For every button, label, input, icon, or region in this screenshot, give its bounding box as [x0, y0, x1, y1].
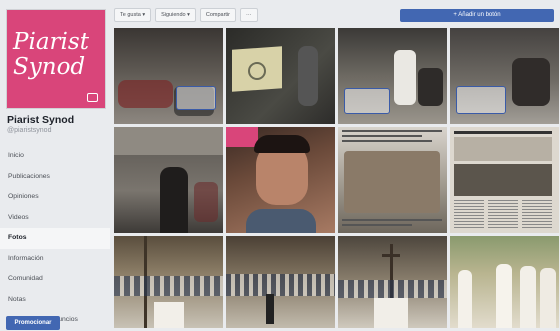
photo-chapel-3[interactable]: [338, 236, 447, 328]
photo-chapel-2[interactable]: [226, 236, 335, 328]
nav-item-comunidad[interactable]: Comunidad: [0, 269, 110, 290]
promote-button[interactable]: Promocionar: [6, 316, 60, 330]
photo-classroom-1[interactable]: [114, 28, 223, 124]
like-button[interactable]: Te gusta ▾: [114, 8, 152, 22]
photo-newspaper-group[interactable]: [338, 127, 447, 233]
page-title[interactable]: Piarist Synod: [7, 114, 74, 126]
more-button[interactable]: ···: [240, 8, 258, 22]
photo-classroom-2[interactable]: [338, 28, 447, 124]
page-profile-picture[interactable]: Piarist Synod: [6, 9, 106, 109]
nav-item-videos[interactable]: Videos: [0, 208, 110, 229]
photo-projector[interactable]: [226, 28, 335, 124]
nav-item-informacion[interactable]: Información: [0, 249, 110, 270]
nav-item-publicaciones[interactable]: Publicaciones: [0, 167, 110, 188]
page-sidebar: Piarist Synod Piarist Synod @piaristsyno…: [0, 0, 110, 330]
logo-line-1: Piarist: [13, 29, 89, 55]
nav-item-inicio[interactable]: Inicio: [0, 146, 110, 167]
photo-newspaper-article[interactable]: [450, 127, 559, 233]
page-handle: @piaristsynod: [7, 127, 52, 134]
photo-classroom-3[interactable]: [450, 28, 559, 124]
logo-wordmark: Piarist Synod: [13, 30, 89, 80]
nav-item-opiniones[interactable]: Opiniones: [0, 187, 110, 208]
nav-item-notas[interactable]: Notas: [0, 290, 110, 311]
photo-chapel-1[interactable]: [114, 236, 223, 328]
page-action-bar: Te gusta ▾ Siguiendo ▾ Compartir ···: [114, 8, 258, 22]
share-button[interactable]: Compartir: [199, 8, 237, 22]
follow-button[interactable]: Siguiendo ▾: [155, 8, 196, 22]
photo-young-man-portrait[interactable]: [226, 127, 335, 233]
photo-procession[interactable]: [450, 236, 559, 328]
nav-item-fotos[interactable]: Fotos: [0, 228, 110, 249]
logo-line-2: Synod: [13, 54, 86, 80]
add-button[interactable]: + Añadir un botón: [400, 9, 554, 22]
photo-hall-youth[interactable]: [114, 127, 223, 233]
page-nav: Inicio Publicaciones Opiniones Videos Fo…: [0, 146, 110, 331]
camera-icon[interactable]: [87, 93, 98, 102]
photo-grid: [114, 28, 560, 328]
